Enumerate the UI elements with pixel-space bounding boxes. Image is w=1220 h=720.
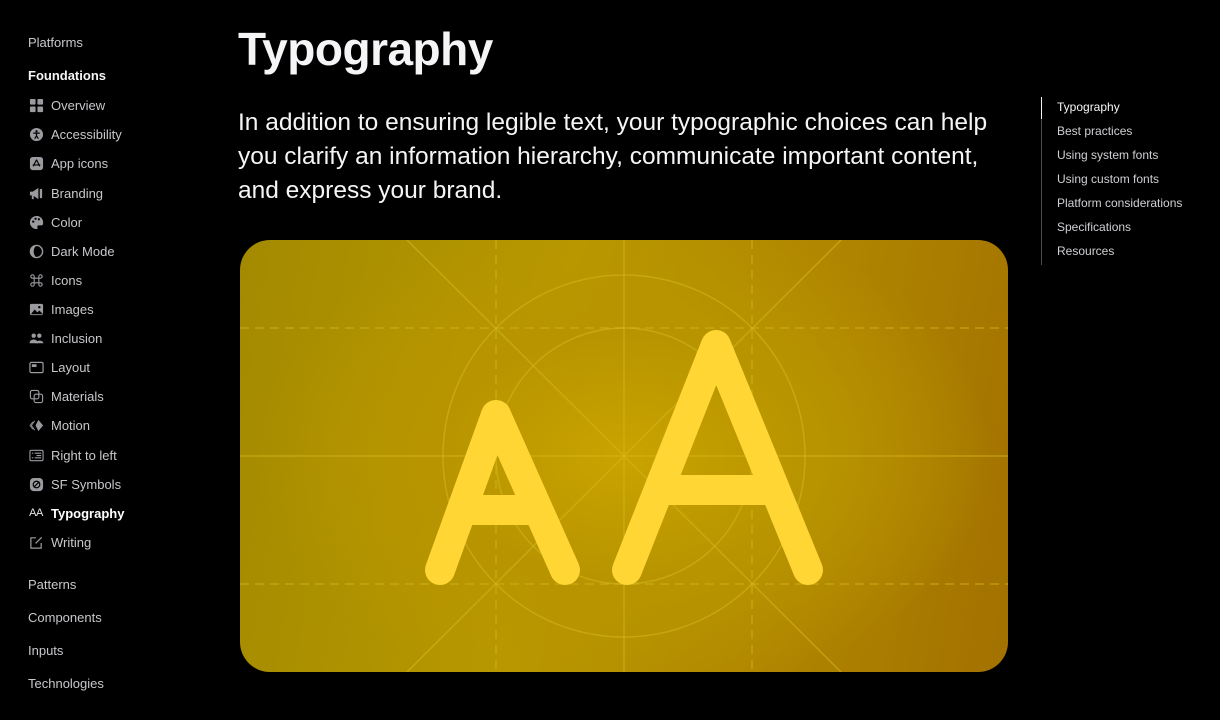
sidebar-item-dark-mode[interactable]: Dark Mode: [28, 241, 115, 261]
sidebar-item-right-to-left[interactable]: Right to left: [28, 445, 117, 465]
sidebar-item-label: Writing: [51, 534, 92, 550]
grid-icon: [28, 97, 44, 113]
sidebar-platforms-link[interactable]: Platforms: [28, 35, 83, 50]
sidebar-foundations-link[interactable]: Foundations: [28, 68, 106, 83]
sidebar-item-overview[interactable]: Overview: [28, 95, 105, 115]
sidebar-item-label: Dark Mode: [51, 243, 115, 259]
accessibility-icon: [28, 126, 44, 142]
sidebar-item-label: Images: [51, 301, 94, 317]
right-to-left-icon: [28, 447, 44, 463]
sidebar-item-inclusion[interactable]: Inclusion: [28, 328, 102, 348]
typography-icon: AA: [29, 507, 43, 519]
sidebar-item-motion[interactable]: Motion: [28, 415, 90, 435]
sidebar-item-label: Overview: [51, 97, 106, 113]
sidebar-item-label: Accessibility: [51, 126, 122, 142]
page-intro: In addition to ensuring legible text, yo…: [238, 109, 988, 204]
large-letter-a: [612, 330, 823, 585]
sidebar-item-icons[interactable]: Icons: [28, 270, 82, 290]
hero-grid: [240, 240, 1008, 672]
sidebar-item-label: Right to left: [51, 447, 117, 463]
sidebar-item-label: Motion: [51, 417, 91, 433]
sidebar-item-label: Materials: [51, 388, 104, 404]
sidebar-components-link[interactable]: Components: [28, 610, 102, 625]
toc-active-indicator: [1041, 97, 1042, 119]
sidebar-item-label: Icons: [51, 272, 83, 288]
circle-half-icon: [28, 243, 44, 259]
sidebar-inputs-link[interactable]: Inputs: [28, 643, 63, 658]
materials-icon: [28, 388, 44, 404]
sidebar-item-branding[interactable]: Branding: [28, 183, 103, 203]
sidebar-technologies-link[interactable]: Technologies: [28, 676, 104, 691]
toc-item-best-practices[interactable]: Best practices: [1057, 121, 1182, 145]
page-title: Typography: [238, 23, 493, 75]
megaphone-icon: [28, 185, 44, 201]
toc-item-using-system-fonts[interactable]: Using system fonts: [1057, 145, 1182, 169]
toc-item-resources[interactable]: Resources: [1057, 241, 1182, 265]
on-this-page-nav: Typography Best practices Using system f…: [1041, 97, 1182, 265]
hero-image: [240, 240, 1008, 672]
sidebar-item-label: App icons: [51, 155, 109, 171]
sidebar-item-label: SF Symbols: [51, 476, 122, 492]
sidebar-item-writing[interactable]: Writing: [28, 532, 91, 552]
layout-icon: [28, 359, 44, 375]
sidebar-item-label: Typography: [51, 505, 125, 521]
palette-icon: [28, 214, 44, 230]
sidebar-item-accessibility[interactable]: Accessibility: [28, 124, 122, 144]
toc-item-specifications[interactable]: Specifications: [1057, 217, 1182, 241]
sidebar-item-sf-symbols[interactable]: SF Symbols: [28, 474, 121, 494]
sidebar-patterns-link[interactable]: Patterns: [28, 577, 76, 592]
sidebar-item-materials[interactable]: Materials: [28, 386, 104, 406]
compose-icon: [28, 534, 44, 550]
sidebar-item-label: Layout: [51, 359, 91, 375]
toc-item-platform-considerations[interactable]: Platform considerations: [1057, 193, 1182, 217]
sidebar-item-app-icons[interactable]: App icons: [28, 153, 108, 173]
sidebar-item-layout[interactable]: Layout: [28, 357, 90, 377]
photo-icon: [28, 301, 44, 317]
sidebar-item-images[interactable]: Images: [28, 299, 94, 319]
command-icon: [28, 272, 44, 288]
app-store-icon: [28, 155, 44, 171]
sidebar-item-label: Branding: [51, 185, 104, 201]
sidebar-item-label: Inclusion: [51, 330, 103, 346]
motion-icon: [28, 417, 44, 433]
small-letter-a: [425, 400, 580, 585]
hero-typography-illustration: [240, 240, 1008, 672]
sidebar-item-color[interactable]: Color: [28, 212, 82, 232]
people-icon: [28, 330, 44, 346]
sidebar-item-typography[interactable]: AA Typography: [28, 503, 124, 523]
toc-item-using-custom-fonts[interactable]: Using custom fonts: [1057, 169, 1182, 193]
sidebar-item-label: Color: [51, 214, 83, 230]
toc-item-typography[interactable]: Typography: [1057, 97, 1182, 121]
sf-symbols-icon: [28, 476, 44, 492]
